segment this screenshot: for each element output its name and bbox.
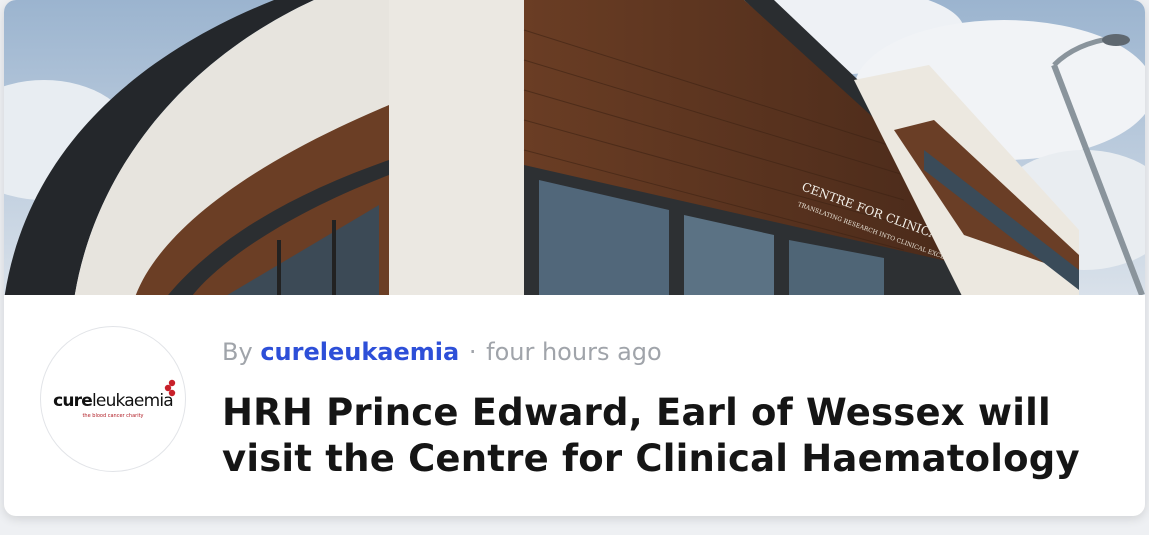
logo-tagline: the blood cancer charity: [82, 413, 144, 419]
logo-bold-text: cure: [53, 391, 93, 411]
logo-blood-drop-icon: [164, 379, 176, 397]
hero-image[interactable]: CENTRE FOR CLINICAL HAEMATOLOGY TRANSLAT…: [4, 0, 1145, 295]
logo-light-text: leukaemia: [92, 391, 174, 411]
article-card[interactable]: CENTRE FOR CLINICAL HAEMATOLOGY TRANSLAT…: [4, 0, 1145, 516]
building-photo: CENTRE FOR CLINICAL HAEMATOLOGY TRANSLAT…: [4, 0, 1145, 295]
by-label: By: [222, 338, 253, 366]
post-time: four hours ago: [486, 338, 662, 366]
byline-separator: ·: [468, 338, 477, 366]
author-avatar[interactable]: cureleukaemia the blood cancer charity: [40, 326, 186, 472]
author-link[interactable]: cureleukaemia: [260, 338, 459, 366]
post-byline: By cureleukaemia · four hours ago: [222, 338, 662, 366]
article-title[interactable]: HRH Prince Edward, Earl of Wessex will v…: [222, 390, 1122, 482]
